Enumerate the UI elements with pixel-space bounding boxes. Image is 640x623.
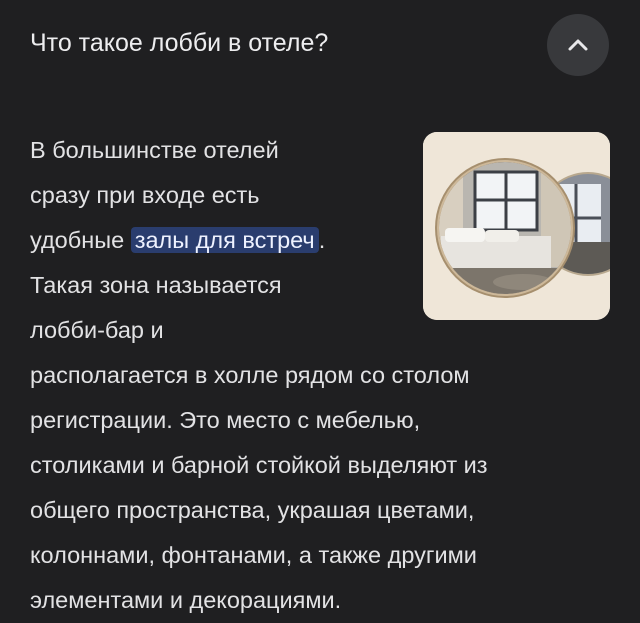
faq-item-header[interactable]: Что такое лобби в отеле? bbox=[0, 0, 640, 90]
answer-line: удобные залы для встреч. bbox=[30, 218, 630, 263]
answer-line: регистрации. Это место с мебелью, bbox=[30, 407, 421, 433]
answer-text-after-link: . bbox=[318, 227, 326, 253]
answer-line: В большинстве отелей bbox=[30, 137, 279, 163]
meeting-rooms-link[interactable]: залы для встреч bbox=[130, 227, 319, 253]
answer-text: В большинстве отелей сразу при входе ест… bbox=[30, 128, 630, 623]
answer-line: сразу при входе есть bbox=[30, 182, 260, 208]
answer-line: колоннами, фонтанами, а также другими bbox=[30, 542, 477, 568]
collapse-button[interactable] bbox=[547, 14, 609, 76]
answer-line: лобби-бар и bbox=[30, 317, 164, 343]
answer-text-before-link: удобные bbox=[30, 227, 131, 253]
answer-line: Такая зона называется bbox=[30, 272, 282, 298]
answer-line: общего пространства, украшая цветами, bbox=[30, 497, 475, 523]
faq-question[interactable]: Что такое лобби в отеле? bbox=[30, 25, 328, 61]
chevron-up-icon bbox=[568, 39, 588, 51]
answer-line: столиками и барной стойкой выделяют из bbox=[30, 452, 488, 478]
answer-line: располагается в холле рядом со столом bbox=[30, 362, 470, 388]
answer-line: элементами и декорациями. bbox=[30, 587, 342, 613]
